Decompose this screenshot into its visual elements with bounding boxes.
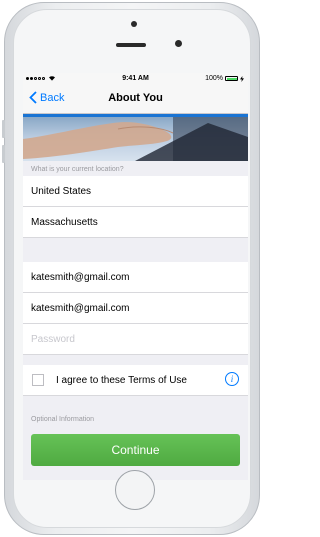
app-screen: 9:41 AM 100% Back About You What is your… [23,73,248,480]
confirm-email-field[interactable]: katesmith@gmail.com [23,293,248,324]
home-button[interactable] [115,470,155,510]
state-field[interactable]: Massachusetts [23,207,248,238]
page-title: About You [108,92,163,104]
password-placeholder: Password [31,334,75,345]
location-section-header: What is your current location? [31,166,124,173]
state-value: Massachusetts [31,217,98,228]
country-field[interactable]: United States [23,176,248,207]
optional-section-header: Optional Information [31,416,95,423]
battery-percent: 100% [205,75,223,82]
earpiece-speaker [116,43,146,47]
battery-icon [225,76,238,81]
volume-up-button [2,120,5,138]
front-camera [131,21,137,27]
status-bar: 9:41 AM 100% [23,73,248,85]
navigation-bar: Back About You [23,85,248,114]
proximity-sensor [175,40,182,47]
info-icon[interactable]: i [225,372,239,386]
hero-image [23,117,248,161]
email-field[interactable]: katesmith@gmail.com [23,262,248,293]
terms-label: I agree to these Terms of Use [56,375,187,386]
continue-button[interactable]: Continue [31,434,240,466]
email-value: katesmith@gmail.com [31,272,130,283]
terms-checkbox[interactable] [32,374,44,386]
charging-icon [240,75,244,82]
terms-row: I agree to these Terms of Use i [23,365,248,396]
volume-down-button [2,145,5,163]
confirm-email-value: katesmith@gmail.com [31,303,130,314]
hand-tablet-illustration [23,117,248,161]
country-value: United States [31,186,92,197]
password-field[interactable]: Password [23,324,248,355]
